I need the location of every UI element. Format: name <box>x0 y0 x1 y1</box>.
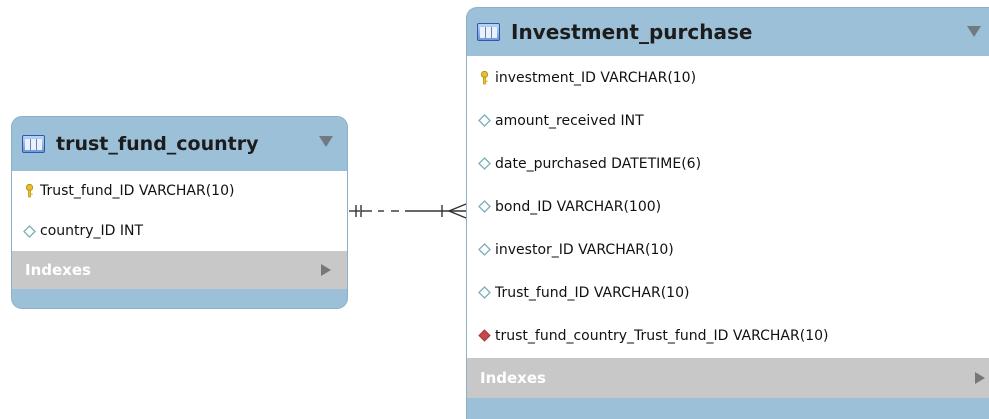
crows-foot-icon <box>448 210 467 219</box>
crows-foot-icon <box>448 203 467 212</box>
relationship-connector[interactable] <box>0 0 989 419</box>
